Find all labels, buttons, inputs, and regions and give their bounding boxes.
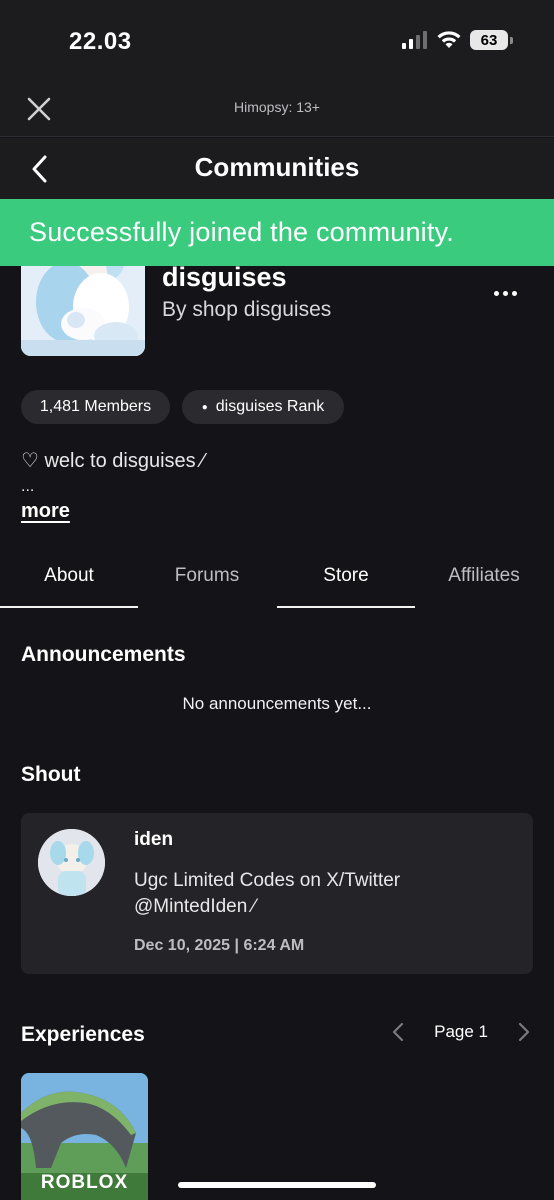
status-bar: 22.03 63 [0,0,554,82]
shout-card: iden Ugc Limited Codes on X/Twitter @Min… [21,813,533,974]
shout-text: Ugc Limited Codes on X/Twitter @MintedId… [134,870,401,917]
description-ellipsis: ... [21,478,35,495]
shout-heading: Shout [21,763,81,786]
experience-thumbnail[interactable]: ROBLOX [21,1073,148,1200]
chevron-right-icon[interactable] [516,1020,532,1044]
announcements-heading: Announcements [21,643,186,666]
tab-about[interactable]: About [0,543,138,608]
nav-bar: Communities [0,138,554,200]
announcements-empty: No announcements yet... [182,694,372,713]
tab-store[interactable]: Store [277,543,415,608]
tab-bar: About Forums Store Affiliates [0,543,554,608]
page-title: Communities [194,152,360,182]
chevron-left-icon[interactable] [390,1020,406,1044]
experiences-pager: Page 1 [390,1020,532,1044]
tab-affiliates[interactable]: Affiliates [415,543,553,608]
tab-label: About [44,564,94,586]
more-link[interactable]: more [21,500,70,523]
members-count: 1,481 Members [39,398,152,415]
rank-label: disguises Rank [215,398,325,415]
avatar-image [38,829,105,896]
tab-label: Affiliates [448,564,520,586]
community-name: disguises [162,262,287,292]
cellular-signal-icon [402,31,427,49]
community-description: ♡ welc to disguises ⁄ [21,450,205,472]
shout-date: Dec 10, 2025 | 6:24 AM [134,937,305,954]
rank-dot-icon: ● [201,401,208,413]
toast-message: Successfully joined the community. [29,217,454,247]
members-chip[interactable]: 1,481 Members [21,390,170,424]
web-view-top-bar: Himopsy: 13+ [0,82,554,137]
top-bar-title: Himopsy: 13+ [234,99,320,115]
tab-label: Store [323,564,369,586]
roblox-logo: ROBLOX [40,1172,129,1193]
status-icons: 63 [402,30,513,50]
battery-level: 63 [480,31,498,49]
tab-forums[interactable]: Forums [138,543,276,608]
battery-indicator: 63 [470,30,513,50]
avatar[interactable] [38,829,105,896]
page-label: Page 1 [434,1022,488,1041]
shout-username[interactable]: iden [134,829,173,851]
more-options-icon[interactable] [490,284,520,302]
tab-label: Forums [174,564,240,586]
experiences-heading: Experiences [21,1023,145,1046]
success-toast: Successfully joined the community. [0,199,554,266]
home-indicator[interactable] [178,1182,376,1188]
rank-chip[interactable]: ● disguises Rank [182,390,344,424]
wifi-icon [437,31,461,48]
status-time: 22.03 [69,28,132,55]
community-owner[interactable]: By shop disguises [162,298,331,322]
